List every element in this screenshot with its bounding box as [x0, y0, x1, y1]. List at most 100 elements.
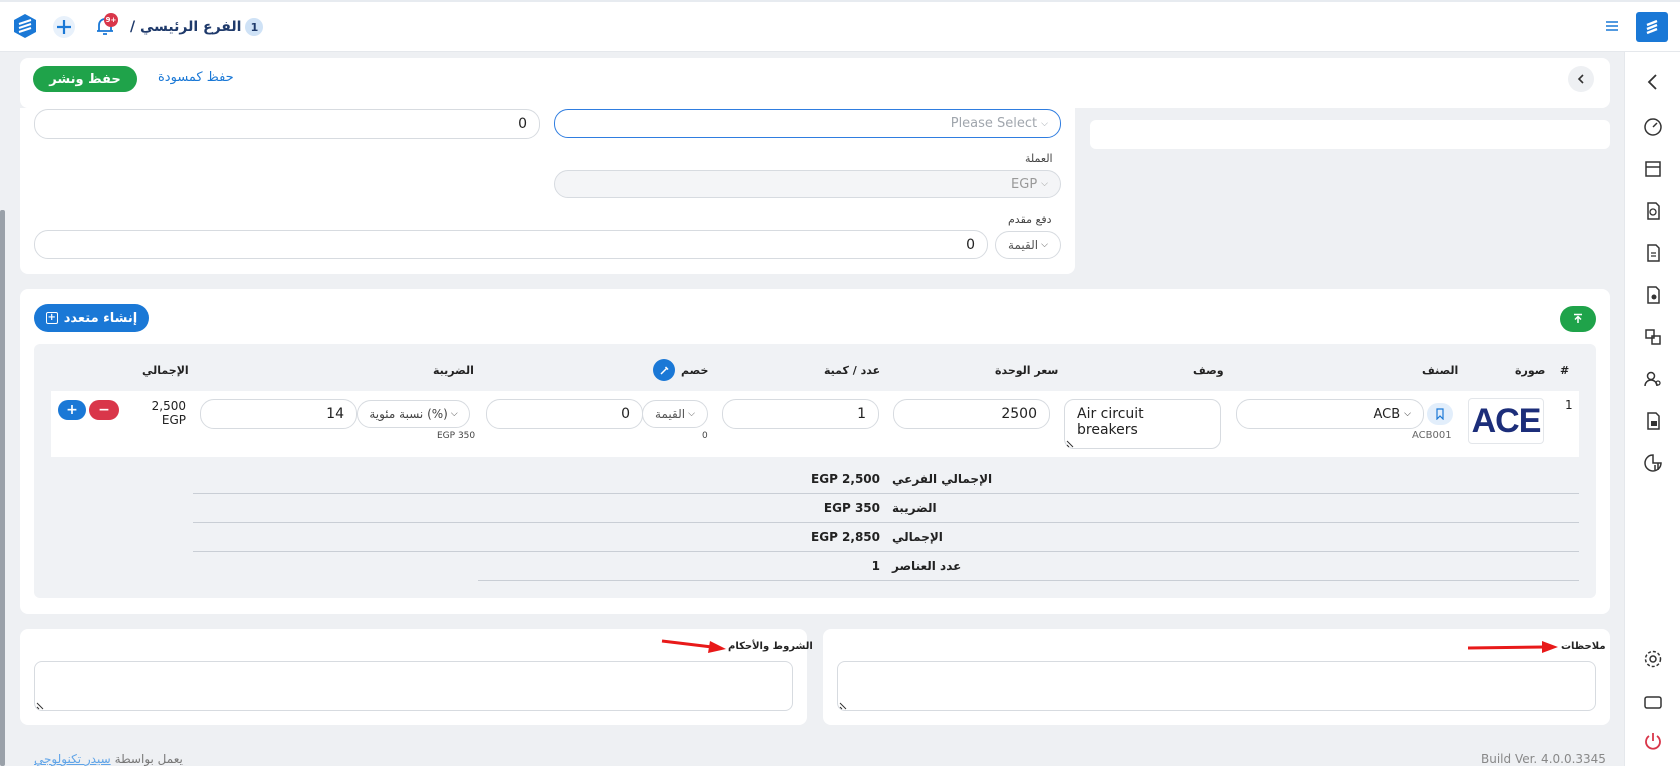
- resize-handle-icon[interactable]: [1066, 438, 1076, 448]
- discount-type-value: القيمة: [655, 407, 686, 421]
- column-header-index: #: [1560, 364, 1570, 377]
- right-sidebar: [1624, 52, 1680, 766]
- subtotal-label: الإجمالي الفرعي: [892, 472, 993, 486]
- tax-sub-value: EGP 350: [437, 431, 476, 441]
- resize-handle-icon[interactable]: [839, 700, 849, 710]
- scroll-top-button[interactable]: [1560, 306, 1596, 332]
- powered-by: سيدر تكنولوجي يعمل بواسطة: [34, 752, 183, 766]
- notification-badge: 9+: [104, 13, 118, 27]
- chevron-down-icon: ⌵: [1041, 240, 1048, 250]
- quantity-input[interactable]: 1: [722, 399, 879, 429]
- tax-value-input[interactable]: 14: [200, 399, 357, 429]
- resize-handle-icon[interactable]: [36, 700, 46, 710]
- annotation-arrow-icon: [660, 637, 728, 653]
- notes-label: ملاحظات: [1561, 641, 1606, 652]
- powered-by-prefix: يعمل بواسطة: [114, 752, 183, 766]
- chevron-down-icon: ⌵: [1404, 409, 1411, 419]
- tax-total-value: EGP 350: [823, 501, 880, 515]
- description-textarea[interactable]: Air circuit breakers: [1064, 399, 1221, 449]
- column-header-image: صورة: [1515, 364, 1546, 377]
- branch-number-badge: 1: [245, 18, 264, 36]
- totals-row-grand-total: [193, 523, 1579, 552]
- chevron-down-icon: ⌵: [1041, 118, 1048, 129]
- add-row-button[interactable]: +: [58, 400, 86, 420]
- row-total-currency: EGP: [161, 413, 186, 427]
- discount-value: 0: [621, 406, 630, 422]
- remove-row-button[interactable]: −: [89, 400, 119, 420]
- bookmark-icon[interactable]: [1427, 403, 1453, 425]
- row-index: 1: [1565, 398, 1573, 412]
- collapse-chevron-icon[interactable]: [1643, 72, 1663, 92]
- tax-type-value: نسبة مئوية (%): [369, 407, 448, 421]
- row-total: 2,500 EGP: [140, 399, 186, 427]
- item-value: ACB: [1373, 406, 1401, 422]
- column-header-item: الصنف: [1422, 364, 1459, 377]
- add-icon[interactable]: [52, 15, 76, 39]
- totals-row-tax: [193, 494, 1579, 523]
- currency-select[interactable]: EGP ⌵: [554, 170, 1061, 198]
- screen-icon[interactable]: [1643, 692, 1663, 712]
- page-scrollbar[interactable]: [0, 210, 5, 766]
- item-code: ACB001: [1412, 430, 1452, 441]
- column-header-description: وصف: [1193, 364, 1224, 377]
- annotation-arrow-icon: [1466, 640, 1560, 654]
- invoice-icon[interactable]: [1643, 243, 1663, 263]
- bulk-create-button[interactable]: + إنشاء متعدد: [34, 304, 149, 332]
- currency-label: العملة: [1025, 152, 1053, 165]
- purchase-document-icon[interactable]: [1643, 285, 1663, 305]
- build-version: Build Ver. 4.0.0.3345: [1481, 752, 1606, 766]
- quantity-value: 1: [857, 406, 866, 422]
- finance-document-icon[interactable]: [1643, 411, 1663, 431]
- pos-icon[interactable]: [1643, 159, 1663, 179]
- chevron-down-icon: ⌵: [688, 409, 695, 419]
- tax-type-select[interactable]: نسبة مئوية (%) ⌵: [357, 400, 470, 428]
- item-count-value: 1: [871, 559, 880, 573]
- app-logo-right[interactable]: [1636, 12, 1668, 42]
- advance-type-select[interactable]: القيمة ⌵: [995, 231, 1061, 259]
- discount-type-select[interactable]: القيمة ⌵: [642, 400, 708, 428]
- item-count-label: عدد العناصر: [892, 559, 962, 573]
- reports-chart-icon[interactable]: [1643, 453, 1663, 473]
- powered-by-company[interactable]: سيدر تكنولوجي: [34, 752, 111, 766]
- search-document-icon[interactable]: [1643, 201, 1663, 221]
- column-header-tax: الضريبة: [433, 364, 474, 377]
- discount-value-input[interactable]: 0: [486, 399, 643, 429]
- row-total-amount: 2,500: [151, 399, 186, 413]
- discount-edit-button[interactable]: [653, 359, 675, 381]
- number-input[interactable]: 0: [34, 109, 540, 139]
- dashboard-gauge-icon[interactable]: [1643, 117, 1663, 137]
- notes-textarea[interactable]: [837, 661, 1596, 711]
- item-select[interactable]: ACB ⌵: [1236, 399, 1424, 429]
- branch-title[interactable]: 1 الفرع الرئيسي /: [130, 17, 264, 37]
- branch-name: الفرع الرئيسي /: [130, 19, 242, 35]
- advance-payment-label: دفع مقدم: [1008, 213, 1052, 226]
- grand-total-value: EGP 2,850: [811, 530, 880, 544]
- totals-row-subtotal: [193, 465, 1579, 494]
- users-settings-icon[interactable]: [1643, 369, 1663, 389]
- save-draft-button[interactable]: حفظ كمسودة: [158, 70, 234, 85]
- totals-row-count: [478, 552, 1579, 581]
- settings-gear-icon[interactable]: [1643, 649, 1663, 669]
- number-input-value: 0: [518, 116, 527, 132]
- inventory-boxes-icon[interactable]: [1643, 327, 1663, 347]
- advance-payment-value: 0: [966, 236, 975, 253]
- save-publish-button[interactable]: حفظ ونشر: [33, 66, 137, 92]
- menu-icon[interactable]: [1603, 17, 1621, 35]
- app-logo-left[interactable]: [12, 13, 38, 39]
- select-dropdown[interactable]: Please Select ⌵: [554, 109, 1061, 138]
- terms-textarea[interactable]: [34, 661, 793, 711]
- unit-price-value: 2500: [1001, 406, 1037, 422]
- grand-total-label: الإجمالي: [892, 530, 943, 544]
- discount-sub-value: 0: [702, 431, 708, 441]
- advance-payment-input[interactable]: 0: [34, 230, 988, 259]
- plus-square-icon: +: [45, 312, 58, 324]
- back-button[interactable]: [1568, 66, 1594, 92]
- column-header-discount: خصم: [681, 364, 709, 377]
- unit-price-input[interactable]: 2500: [893, 399, 1050, 429]
- terms-label: الشروط والأحكام: [728, 641, 813, 652]
- logout-power-icon[interactable]: [1643, 731, 1663, 751]
- form-right-card: [1090, 120, 1610, 149]
- column-header-unit-price: سعر الوحدة: [995, 364, 1059, 377]
- column-header-total: الإجمالي: [142, 364, 189, 377]
- item-image[interactable]: ACE: [1468, 398, 1544, 444]
